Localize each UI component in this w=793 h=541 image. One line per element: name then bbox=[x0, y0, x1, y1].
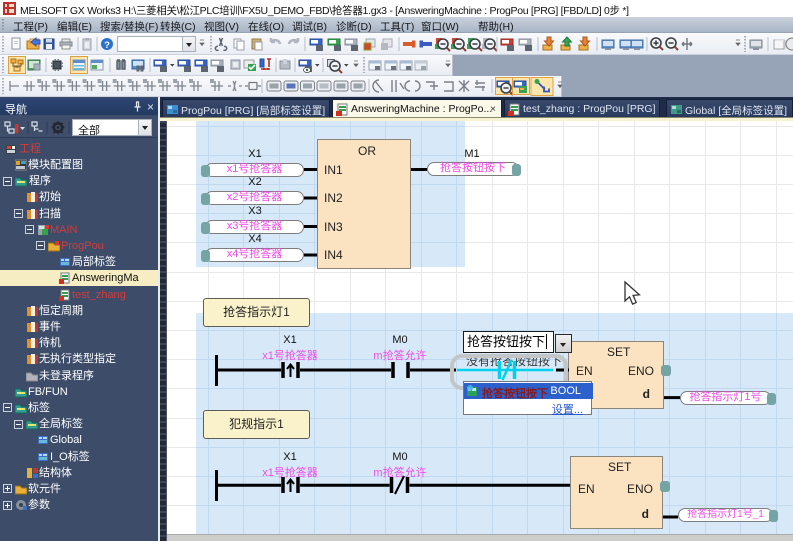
svg-text:?: ? bbox=[104, 40, 110, 51]
